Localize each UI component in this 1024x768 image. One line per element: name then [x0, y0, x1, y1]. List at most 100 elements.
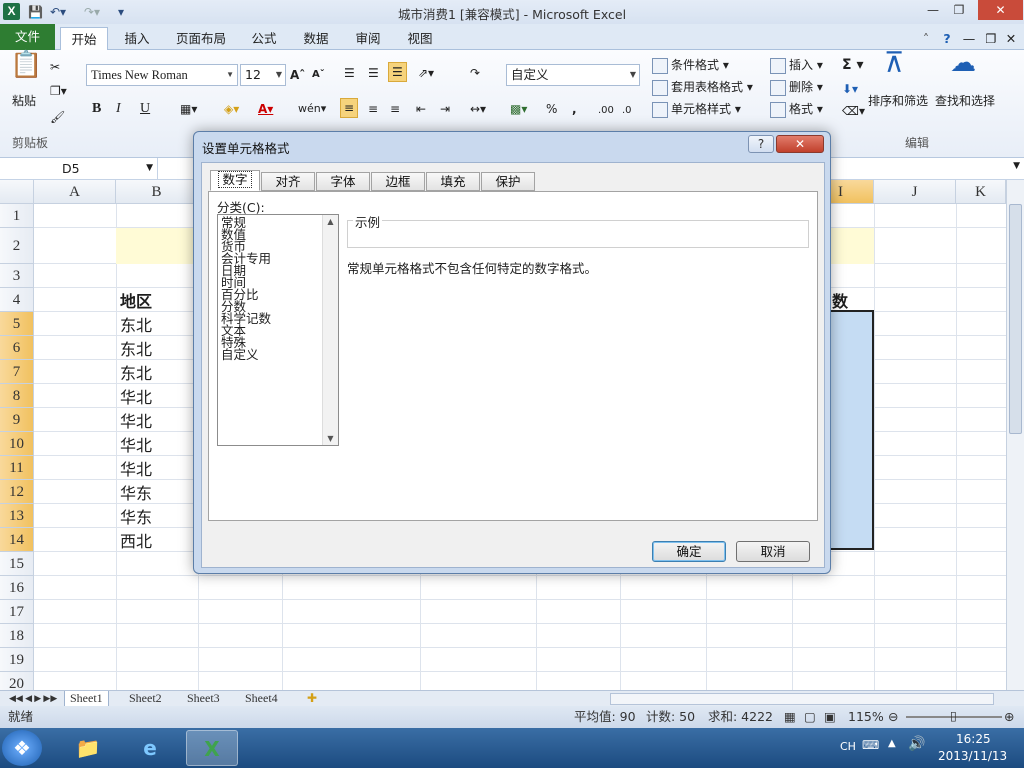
row-header[interactable]: 9: [0, 408, 34, 432]
region-cell[interactable]: 东北: [116, 360, 152, 384]
column-header-k[interactable]: K: [956, 180, 1006, 204]
region-cell[interactable]: 华北: [116, 432, 152, 456]
vertical-scrollbar[interactable]: [1006, 180, 1024, 690]
zoom-in-icon[interactable]: ⊕: [1004, 706, 1014, 728]
ribbon-collapse-icon[interactable]: ˄: [918, 27, 934, 50]
category-scrollbar[interactable]: ▲ ▼: [322, 215, 338, 445]
column-header-j[interactable]: J: [874, 180, 956, 204]
format-cells-button[interactable]: 格式 ▾: [770, 100, 823, 118]
paste-button[interactable]: 粘贴: [12, 92, 36, 110]
vertical-scroll-thumb[interactable]: [1009, 204, 1022, 434]
region-cell[interactable]: 华东: [116, 504, 152, 528]
dialog-close-button[interactable]: ✕: [776, 135, 824, 153]
tab-home[interactable]: 开始: [60, 27, 108, 50]
select-all-corner[interactable]: [0, 180, 34, 204]
clock-date[interactable]: 2013/11/13: [938, 749, 1007, 763]
row-header[interactable]: 3: [0, 264, 34, 288]
sheet-tab-2[interactable]: Sheet2: [124, 691, 167, 707]
fill-down-icon[interactable]: ⬇▾: [842, 80, 858, 98]
zoom-out-icon[interactable]: ⊖: [888, 706, 898, 728]
excel-taskbar-icon[interactable]: X: [186, 730, 238, 766]
percent-icon[interactable]: %: [546, 100, 557, 118]
row-header[interactable]: 6: [0, 336, 34, 360]
help-icon[interactable]: ?: [938, 27, 956, 50]
insert-cells-button[interactable]: 插入 ▾: [770, 56, 823, 74]
region-cell[interactable]: 西北: [116, 528, 152, 552]
sheet-tab-4[interactable]: Sheet4: [240, 691, 283, 707]
dialog-help-button[interactable]: ?: [748, 135, 774, 153]
orientation-icon[interactable]: ⇗▾: [418, 64, 434, 82]
view-normal-icon[interactable]: ▦: [784, 706, 796, 728]
decrease-decimal-icon[interactable]: .0: [622, 102, 632, 120]
bold-button[interactable]: B: [92, 100, 101, 118]
tab-alignment[interactable]: 对齐: [261, 172, 315, 191]
cut-icon[interactable]: ✂: [50, 58, 60, 76]
row-header[interactable]: 12: [0, 480, 34, 504]
row-header[interactable]: 4: [0, 288, 34, 312]
explorer-icon[interactable]: 📁: [62, 730, 114, 766]
row-header[interactable]: 16: [0, 576, 34, 600]
tab-insert[interactable]: 插入: [114, 27, 160, 50]
number-format-combo[interactable]: 自定义 ▼: [506, 64, 640, 86]
align-center-icon[interactable]: ≡: [368, 100, 378, 118]
tab-data[interactable]: 数据: [296, 27, 336, 50]
zoom-level[interactable]: 115%: [848, 706, 884, 728]
close-button[interactable]: ✕: [978, 0, 1023, 20]
font-name-combo[interactable]: Times New Roman ▼: [86, 64, 238, 86]
row-header[interactable]: 7: [0, 360, 34, 384]
column-header-a[interactable]: A: [34, 180, 116, 204]
row-header[interactable]: 15: [0, 552, 34, 576]
tab-protection[interactable]: 保护: [481, 172, 535, 191]
tab-number[interactable]: 数字: [210, 170, 260, 191]
region-cell[interactable]: 东北: [116, 336, 152, 360]
internet-explorer-icon[interactable]: e: [124, 730, 176, 766]
row-header[interactable]: 20: [0, 672, 34, 690]
volume-icon[interactable]: 🔊: [908, 736, 925, 752]
row-header[interactable]: 18: [0, 624, 34, 648]
sheet-nav-icon[interactable]: ◀◀ ◀ ▶ ▶▶: [4, 691, 62, 707]
tab-file[interactable]: 文件: [0, 24, 55, 50]
region-cell[interactable]: 华北: [116, 456, 152, 480]
cell-i4[interactable]: 数: [828, 288, 848, 312]
phonetic-icon[interactable]: wén▾: [298, 100, 326, 118]
cell-b4[interactable]: 地区: [116, 288, 152, 312]
clock-time[interactable]: 16:25: [956, 732, 991, 746]
fill-color-icon[interactable]: ◈▾: [224, 100, 239, 118]
minimize-button[interactable]: —: [920, 0, 946, 20]
cell-style-button[interactable]: 单元格样式 ▾: [652, 100, 741, 118]
paste-icon[interactable]: 📋: [10, 52, 42, 78]
align-bottom-icon[interactable]: ☰: [388, 62, 407, 82]
formula-expand-icon[interactable]: ▼: [1013, 161, 1020, 171]
sheet-tab-1[interactable]: Sheet1: [64, 691, 109, 707]
merge-center-icon[interactable]: ↔▾: [470, 100, 486, 118]
cancel-button[interactable]: 取消: [736, 541, 810, 562]
sheet-tab-3[interactable]: Sheet3: [182, 691, 225, 707]
view-pagebreak-icon[interactable]: ▣: [824, 706, 836, 728]
font-color-icon[interactable]: A▾: [258, 100, 273, 118]
font-size-combo[interactable]: 12 ▼: [240, 64, 286, 86]
column-header-b[interactable]: B: [116, 180, 198, 204]
region-cell[interactable]: 华北: [116, 384, 152, 408]
keyboard-icon[interactable]: ⌨: [862, 738, 879, 752]
row-header[interactable]: 5: [0, 312, 34, 336]
start-button[interactable]: ❖: [2, 730, 42, 766]
row-header[interactable]: 14: [0, 528, 34, 552]
tab-formulas[interactable]: 公式: [244, 27, 284, 50]
row-header[interactable]: 2: [0, 228, 34, 264]
category-list[interactable]: 常规 数值 货币 会计专用 日期 时间 百分比 分数 科学记数 文本 特殊 自定义 ▲ ▼: [217, 214, 339, 446]
doc-close-icon[interactable]: ✕: [1004, 27, 1018, 50]
row-header[interactable]: 19: [0, 648, 34, 672]
align-middle-icon[interactable]: ☰: [368, 64, 379, 82]
region-cell[interactable]: 华东: [116, 480, 152, 504]
align-left-icon[interactable]: ≡: [340, 98, 359, 118]
shrink-font-icon[interactable]: Aˇ: [312, 66, 325, 84]
doc-restore-icon[interactable]: ❐: [984, 27, 998, 50]
row-header[interactable]: 13: [0, 504, 34, 528]
tab-fill[interactable]: 填充: [426, 172, 480, 191]
restore-button[interactable]: ❐: [946, 0, 972, 20]
name-box[interactable]: D5 ▼: [0, 158, 158, 179]
insert-sheet-icon[interactable]: ✚: [302, 691, 322, 707]
autosum-icon[interactable]: Σ ▾: [842, 56, 863, 74]
italic-button[interactable]: I: [116, 100, 121, 118]
align-right-icon[interactable]: ≡: [390, 100, 400, 118]
